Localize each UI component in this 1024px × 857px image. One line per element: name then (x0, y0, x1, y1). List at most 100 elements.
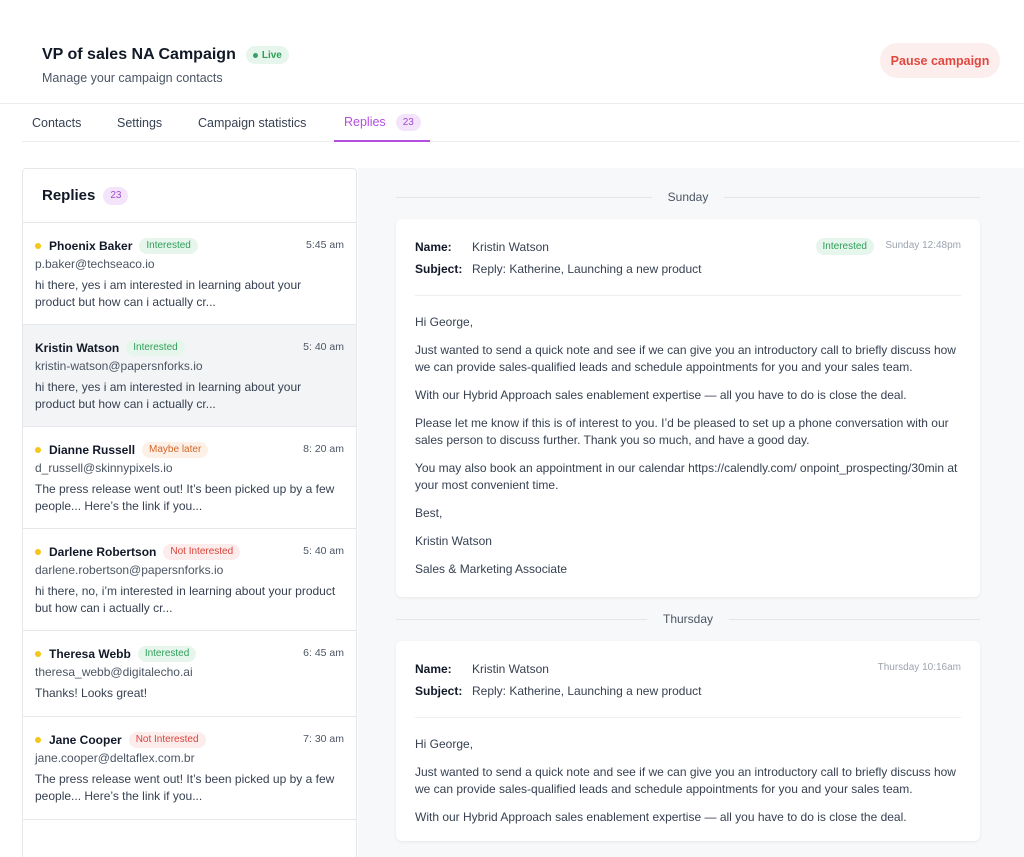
live-label: Live (261, 49, 282, 61)
replies-panel-header: Replies 23 (23, 169, 356, 223)
reply-email: jane.cooper@deltaflex.com.br (35, 751, 195, 765)
reply-sender-name: Phoenix Baker (49, 239, 133, 253)
reply-item-darlene-robertson[interactable]: Darlene Robertson Not Interested 5: 40 a… (23, 529, 356, 631)
status-badge: Interested (139, 238, 198, 254)
replies-list-panel: Replies 23 Phoenix Baker Interested 5:45… (22, 168, 357, 857)
divider (415, 295, 961, 296)
status-badge: Not Interested (163, 544, 241, 560)
name-key: Name: (415, 662, 452, 676)
message-subject: Reply: Katherine, Launching a new produc… (472, 684, 702, 698)
reply-time: 5: 40 am (303, 341, 344, 353)
subject-key: Subject: (415, 684, 463, 698)
body-paragraph: Hi George, (415, 737, 474, 751)
reply-snippet: The press release went out! It’s been pi… (35, 482, 335, 513)
reply-thread-view: Sunday Name: Kristin Watson Subject: Rep… (358, 168, 1024, 857)
unread-dot-icon (35, 243, 41, 249)
message-timestamp: Thursday 10:16am (877, 662, 961, 673)
page-title: VP of sales NA Campaign (42, 46, 236, 63)
unread-dot-icon (35, 447, 41, 453)
reply-email: p.baker@techseaco.io (35, 257, 155, 271)
reply-time: 5: 40 am (303, 545, 344, 557)
reply-time: 6: 45 am (303, 647, 344, 659)
body-paragraph: With our Hybrid Approach sales enablemen… (415, 810, 907, 824)
message-body: Hi George, Just wanted to send a quick n… (415, 736, 961, 826)
message-subject: Reply: Katherine, Launching a new produc… (472, 262, 702, 276)
status-badge: Maybe later (142, 442, 209, 458)
divider (396, 196, 652, 198)
message-name-row: Name: Kristin Watson (415, 240, 961, 256)
reply-time: 7: 30 am (303, 733, 344, 745)
status-badge: Not Interested (128, 732, 206, 748)
name-key: Name: (415, 240, 452, 254)
status-badge: Interested (137, 646, 197, 662)
live-status-badge: Live (245, 46, 289, 64)
reply-snippet: The press release went out! It’s been pi… (35, 772, 335, 803)
divider (415, 717, 961, 718)
reply-time: 8: 20 am (303, 443, 344, 455)
reply-item-phoenix-baker[interactable]: Phoenix Baker Interested 5:45 am p.baker… (23, 223, 356, 325)
body-paragraph: Please let me know if this is of interes… (415, 416, 949, 447)
body-paragraph: You may also book an appointment in our … (415, 461, 958, 492)
pause-campaign-button[interactable]: Pause campaign (880, 43, 1000, 78)
message-card: Name: Kristin Watson Subject: Reply: Kat… (396, 641, 980, 841)
reply-sender-name: Darlene Robertson (49, 545, 157, 559)
tab-campaign-statistics[interactable]: Campaign statistics (198, 104, 306, 142)
divider (729, 618, 980, 620)
unread-dot-icon (35, 651, 41, 657)
reply-item-jane-cooper[interactable]: Jane Cooper Not Interested 7: 30 am jane… (23, 717, 356, 820)
title-row: VP of sales NA Campaign Live (42, 46, 289, 64)
subject-key: Subject: (415, 262, 463, 276)
tab-bar: Contacts Settings Campaign statistics Re… (22, 104, 1020, 142)
message-subject-row: Subject: Reply: Katherine, Launching a n… (415, 262, 961, 278)
replies-panel-title: Replies (42, 187, 96, 204)
reply-snippet: hi there, yes i am interested in learnin… (35, 278, 302, 309)
tab-replies-label: Replies (344, 115, 386, 129)
reply-email: d_russell@skinnypixels.io (35, 461, 173, 475)
reply-snippet: hi there, yes i am interested in learnin… (35, 380, 302, 411)
reply-snippet: Thanks! Looks great! (35, 686, 148, 700)
message-status-badge: Interested (815, 238, 874, 255)
body-paragraph: Just wanted to send a quick note and see… (415, 765, 956, 796)
tab-replies-count: 23 (395, 113, 421, 131)
reply-email: theresa_webb@digitalecho.ai (35, 665, 193, 679)
reply-item-theresa-webb[interactable]: Theresa Webb Interested 6: 45 am theresa… (23, 631, 356, 717)
day-label: Thursday (662, 612, 714, 626)
page-header: VP of sales NA Campaign Live Manage your… (0, 0, 1024, 104)
day-separator-sunday: Sunday (396, 187, 981, 207)
status-badge: Interested (126, 340, 185, 356)
reply-sender-name: Dianne Russell (49, 443, 136, 457)
tab-contacts[interactable]: Contacts (32, 104, 81, 142)
body-paragraph: Best, (415, 506, 443, 520)
sender-name: Kristin Watson (472, 240, 549, 254)
reply-snippet: hi there, no, i’m interested in learning… (35, 584, 336, 615)
reply-sender-name: Theresa Webb (49, 647, 131, 661)
sender-name: Kristin Watson (472, 662, 549, 676)
message-body: Hi George, Just wanted to send a quick n… (415, 314, 961, 578)
body-paragraph: Sales & Marketing Associate (415, 562, 568, 576)
reply-item-dianne-russell[interactable]: Dianne Russell Maybe later 8: 20 am d_ru… (23, 427, 356, 529)
reply-item-kristin-watson[interactable]: Kristin Watson Interested 5: 40 am krist… (23, 325, 356, 427)
body-paragraph: With our Hybrid Approach sales enablemen… (415, 388, 907, 402)
tab-settings[interactable]: Settings (117, 104, 162, 142)
message-subject-row: Subject: Reply: Katherine, Launching a n… (415, 684, 961, 700)
day-separator-thursday: Thursday (396, 609, 980, 629)
divider (724, 196, 981, 198)
unread-dot-icon (35, 737, 41, 743)
reply-email: darlene.robertson@papersnforks.io (35, 563, 224, 577)
live-dot-icon (252, 52, 258, 58)
message-card: Name: Kristin Watson Subject: Reply: Kat… (396, 219, 980, 597)
divider (396, 618, 647, 620)
reply-time: 5:45 am (306, 239, 344, 251)
replies-panel-count: 23 (103, 186, 129, 205)
unread-dot-icon (35, 549, 41, 555)
body-paragraph: Just wanted to send a quick note and see… (415, 343, 956, 374)
reply-sender-name: Jane Cooper (49, 733, 122, 747)
body-paragraph: Hi George, (415, 315, 474, 329)
page-subtitle: Manage your campaign contacts (42, 71, 223, 85)
day-label: Sunday (667, 190, 709, 204)
body-paragraph: Kristin Watson (415, 534, 492, 548)
reply-email: kristin-watson@papersnforks.io (35, 359, 203, 373)
tab-replies[interactable]: Replies 23 (334, 104, 430, 142)
message-timestamp: Sunday 12:48pm (885, 240, 961, 251)
reply-sender-name: Kristin Watson (35, 341, 120, 355)
